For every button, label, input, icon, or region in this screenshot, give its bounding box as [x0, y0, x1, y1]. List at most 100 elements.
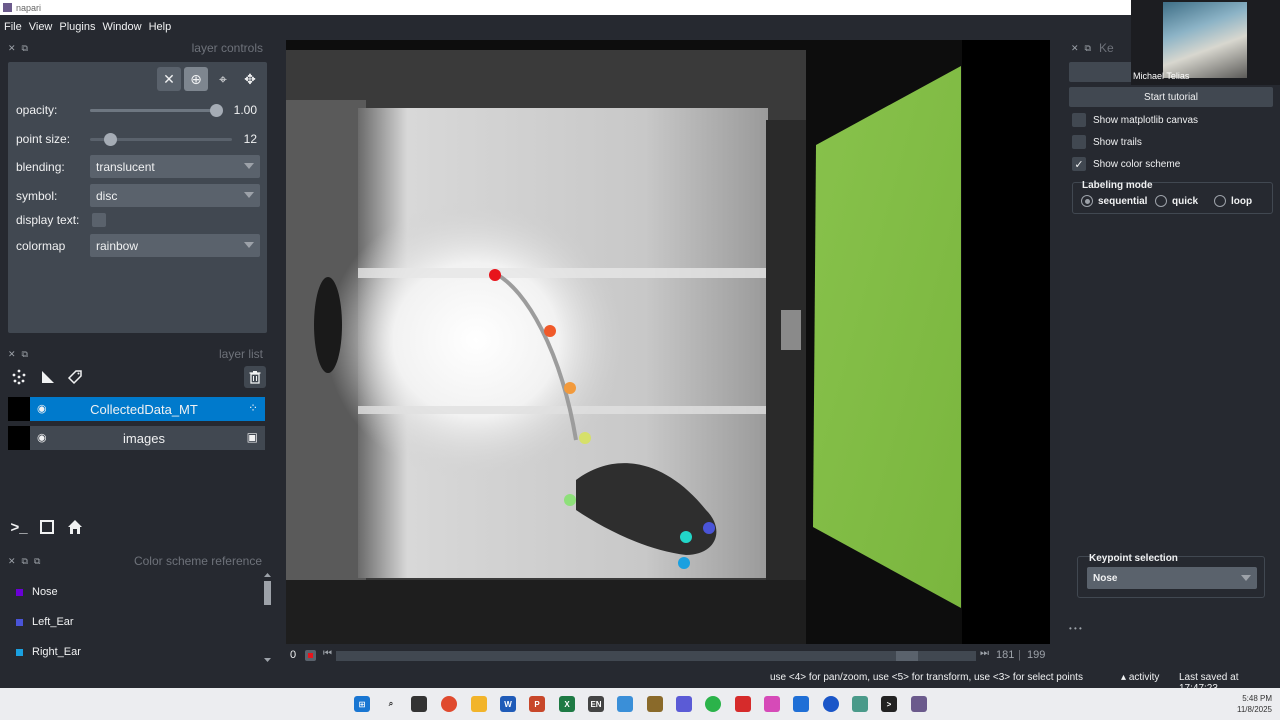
- more-options-icon[interactable]: • • •: [1069, 624, 1082, 633]
- task-view-icon[interactable]: [411, 696, 427, 712]
- menu-help[interactable]: Help: [149, 21, 172, 33]
- colormap-select[interactable]: rainbow: [90, 234, 260, 257]
- chrome-icon[interactable]: [441, 696, 457, 712]
- checkbox[interactable]: [1072, 113, 1086, 127]
- keypoint-marker[interactable]: [564, 494, 576, 506]
- hidden-button[interactable]: [1069, 62, 1139, 82]
- delete-layer-button[interactable]: [244, 366, 266, 388]
- point-size-slider-handle[interactable]: [103, 133, 117, 146]
- taskbar-clock[interactable]: 5:48 PM 11/8/2025: [1237, 693, 1272, 715]
- color-scheme-header: ✕ ⧉ ⧉ Color scheme reference: [8, 554, 266, 568]
- powerpoint-icon[interactable]: P: [529, 696, 545, 712]
- dock-close-icon[interactable]: ✕: [8, 43, 16, 54]
- layer-item-collecteddata[interactable]: ◉ CollectedData_MT ⁘: [8, 397, 265, 421]
- show-matplotlib-canvas-check[interactable]: Show matplotlib canvas: [1072, 113, 1198, 127]
- app-icon[interactable]: [617, 696, 633, 712]
- radio-loop[interactable]: loop: [1214, 195, 1252, 207]
- radio-quick[interactable]: quick: [1155, 195, 1198, 207]
- menu-file[interactable]: File: [4, 21, 22, 33]
- colormap-row: colormap: [16, 239, 90, 253]
- color-scheme-scrollbar[interactable]: [263, 572, 272, 664]
- blending-select[interactable]: translucent: [90, 155, 260, 178]
- radio-button[interactable]: [1214, 195, 1226, 207]
- search-icon[interactable]: ⌕: [383, 696, 399, 712]
- step-forward-icon[interactable]: ⏭: [980, 648, 989, 659]
- menu-view[interactable]: View: [29, 21, 53, 33]
- keypoint-marker[interactable]: [579, 432, 591, 444]
- keypoint-select[interactable]: Nose: [1087, 567, 1257, 589]
- new-points-layer-button[interactable]: [8, 366, 30, 388]
- keypoint-marker[interactable]: [564, 382, 576, 394]
- delete-points-button[interactable]: ✕: [157, 67, 181, 91]
- teams-icon[interactable]: [676, 696, 692, 712]
- radio-label: sequential: [1098, 195, 1148, 207]
- radio-button[interactable]: [1081, 195, 1093, 207]
- display-text-checkbox[interactable]: [92, 213, 106, 227]
- app-icon[interactable]: [647, 696, 663, 712]
- keypoint-marker[interactable]: [703, 522, 715, 534]
- dock-float-icon[interactable]: ⧉: [34, 556, 40, 567]
- keypoint-marker[interactable]: [680, 531, 692, 543]
- play-button[interactable]: [305, 650, 316, 661]
- pan-zoom-button[interactable]: ✥: [238, 67, 262, 91]
- dock-close-icon[interactable]: ✕: [1071, 43, 1079, 54]
- home-icon[interactable]: [64, 516, 86, 538]
- dock-float-icon[interactable]: ⧉: [1085, 43, 1091, 54]
- radio-sequential[interactable]: sequential: [1081, 195, 1147, 207]
- symbol-label: symbol:: [16, 189, 58, 203]
- word-icon[interactable]: W: [500, 696, 516, 712]
- step-back-icon[interactable]: ⏮: [323, 648, 332, 659]
- file-explorer-icon[interactable]: [471, 696, 487, 712]
- language-icon[interactable]: EN: [588, 696, 604, 712]
- show-color-scheme-check[interactable]: ✓ Show color scheme: [1072, 157, 1180, 171]
- keypoint-controls-title: Ke: [1098, 41, 1114, 55]
- layer-thumbnail: [8, 426, 30, 450]
- keypoint-marker[interactable]: [489, 269, 501, 281]
- color-scheme-item: Left_Ear: [16, 616, 74, 628]
- layer-controls-header: ✕ ⧉ layer controls: [8, 41, 267, 55]
- start-icon[interactable]: ⊞: [354, 696, 370, 712]
- ndisplay-toggle-icon[interactable]: [36, 516, 58, 538]
- zoom-icon[interactable]: [823, 696, 839, 712]
- acrobat-icon[interactable]: [735, 696, 751, 712]
- new-labels-layer-button[interactable]: [64, 366, 86, 388]
- dock-float-icon[interactable]: ⧉: [22, 43, 28, 54]
- app-icon[interactable]: [852, 696, 868, 712]
- photos-icon[interactable]: [764, 696, 780, 712]
- frame-max: 199: [1027, 649, 1046, 661]
- checkmark-icon[interactable]: ✓: [1072, 157, 1086, 171]
- dock-close-icon[interactable]: ✕: [8, 349, 16, 360]
- menu-window[interactable]: Window: [102, 21, 141, 33]
- eye-icon[interactable]: ◉: [37, 402, 47, 415]
- keypoint-marker[interactable]: [544, 325, 556, 337]
- terminal-icon[interactable]: >: [881, 696, 897, 712]
- radio-button[interactable]: [1155, 195, 1167, 207]
- select-points-button[interactable]: ⌖: [211, 67, 235, 91]
- eye-icon[interactable]: ◉: [37, 431, 47, 444]
- outlook-icon[interactable]: [793, 696, 809, 712]
- dock-float-icon[interactable]: ⧉: [22, 556, 28, 567]
- show-trails-check[interactable]: Show trails: [1072, 135, 1142, 149]
- keypoint-marker[interactable]: [678, 557, 690, 569]
- keypoint-selection-group: Keypoint selection Nose: [1077, 553, 1265, 598]
- frame-current[interactable]: 181: [996, 649, 1014, 661]
- layer-controls-title: layer controls: [191, 41, 263, 55]
- new-shapes-layer-button[interactable]: [37, 366, 59, 388]
- napari-window: napari File View Plugins Window Help ✕ ⧉…: [0, 0, 1280, 720]
- whatsapp-icon[interactable]: [705, 696, 721, 712]
- activity-button[interactable]: ▴ activity: [1121, 672, 1159, 683]
- layer-item-images[interactable]: ◉ images ▣: [8, 426, 265, 450]
- frame-slider[interactable]: [336, 651, 976, 661]
- console-icon[interactable]: >_: [8, 516, 30, 538]
- start-tutorial-button[interactable]: Start tutorial: [1069, 87, 1273, 107]
- symbol-select[interactable]: disc: [90, 184, 260, 207]
- frame-slider-handle[interactable]: [896, 651, 919, 661]
- dock-close-icon[interactable]: ✕: [8, 556, 16, 567]
- napari-taskbar-icon[interactable]: [911, 696, 927, 712]
- excel-icon[interactable]: X: [559, 696, 575, 712]
- dock-float-icon[interactable]: ⧉: [22, 349, 28, 360]
- add-points-button[interactable]: ⊕: [184, 67, 208, 91]
- viewer-canvas[interactable]: [286, 40, 1050, 644]
- checkbox[interactable]: [1072, 135, 1086, 149]
- menu-plugins[interactable]: Plugins: [59, 21, 95, 33]
